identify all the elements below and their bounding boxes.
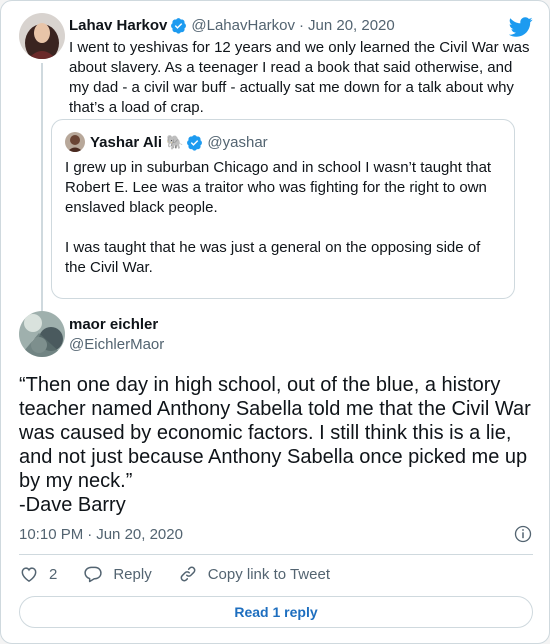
copy-link-label: Copy link to Tweet xyxy=(207,565,330,583)
quoted-tweet[interactable]: Yashar Ali 🐘 @yashar I grew up in suburb… xyxy=(51,119,515,299)
heart-icon xyxy=(21,567,37,582)
tweet-text: I went to yeshivas for 12 years and we o… xyxy=(69,39,530,116)
quoted-tweet-text: I grew up in suburban Chicago and in sch… xyxy=(65,159,492,276)
author-name[interactable]: Yashar Ali xyxy=(90,134,162,151)
like-button[interactable]: 2 xyxy=(19,564,57,584)
reply-bubble-icon xyxy=(84,566,103,583)
tweet-embed-card: Lahav Harkov @LahavHarkov · Jun 20, 2020… xyxy=(0,0,550,644)
author-handle[interactable]: @LahavHarkov xyxy=(191,17,295,34)
verified-badge-icon xyxy=(171,17,187,34)
avatar[interactable] xyxy=(65,132,85,152)
info-icon[interactable] xyxy=(513,524,533,544)
verified-badge-icon xyxy=(187,134,203,151)
tweet-text: “Then one day in high school, out of the… xyxy=(19,374,531,516)
link-icon xyxy=(180,566,196,582)
copy-link-button[interactable]: Copy link to Tweet xyxy=(178,564,330,584)
tweet-date[interactable]: Jun 20, 2020 xyxy=(308,17,395,34)
tweet-date[interactable]: Jun 20, 2020 xyxy=(96,526,183,543)
reply-label: Reply xyxy=(113,565,152,583)
divider xyxy=(19,554,533,555)
avatar[interactable] xyxy=(19,13,65,59)
elephant-emoji: 🐘 xyxy=(165,133,184,150)
tweet-timestamp[interactable]: 10:10 PM · Jun 20, 2020 xyxy=(19,524,535,544)
thread-line xyxy=(41,63,43,311)
separator: · xyxy=(299,16,304,34)
author-handle[interactable]: @yashar xyxy=(207,134,267,151)
author-name[interactable]: Lahav Harkov xyxy=(69,17,167,34)
read-replies-button[interactable]: Read 1 reply xyxy=(19,596,533,628)
like-count: 2 xyxy=(49,565,58,583)
separator: · xyxy=(87,526,93,543)
avatar[interactable] xyxy=(19,311,65,357)
reply-button[interactable]: Reply xyxy=(83,564,152,584)
main-tweet-header: maor eichler @EichlerMaor xyxy=(19,311,535,361)
action-bar: 2 Reply Copy link to Tweet xyxy=(19,564,356,584)
author-name[interactable]: maor eichler xyxy=(69,315,164,335)
tweet-time[interactable]: 10:10 PM xyxy=(19,526,83,543)
author-handle[interactable]: @EichlerMaor xyxy=(69,335,164,355)
twitter-bird-icon[interactable] xyxy=(509,15,533,39)
